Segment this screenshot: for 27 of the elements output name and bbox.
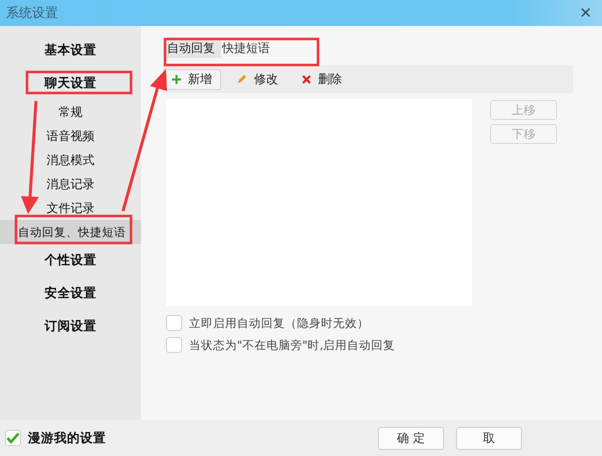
sidebar-item[interactable]: 常规	[0, 100, 141, 124]
option-label: 立即启用自动回复（隐身时无效）	[189, 316, 369, 330]
close-button[interactable]: ✕	[579, 4, 592, 22]
sidebar-item[interactable]: 文件记录	[0, 196, 141, 220]
option-label: 漫游我的设置	[28, 430, 106, 446]
option-label: 当状态为"不在电脑旁"时,启用自动回复	[189, 338, 396, 352]
tab[interactable]: 快捷短语	[221, 38, 276, 58]
pencil-icon	[236, 74, 247, 84]
dialog-button[interactable]: 确 定	[378, 426, 444, 450]
sidebar-item[interactable]: 安全设置	[0, 279, 141, 308]
sidebar-item[interactable]: 消息记录	[0, 172, 141, 196]
cross-icon	[302, 74, 311, 84]
sidebar-item[interactable]: 个性设置	[0, 246, 141, 275]
delete-button[interactable]: 删除	[293, 68, 351, 90]
sidebar-item[interactable]: 订阅设置	[0, 312, 141, 341]
dialog-button[interactable]: 取	[456, 426, 522, 450]
sidebar-item[interactable]: 聊天设置	[0, 69, 141, 98]
add-button[interactable]: 新增	[163, 68, 221, 90]
window-title: 系统设置	[6, 5, 58, 22]
sidebar-item[interactable]: 消息模式	[0, 148, 141, 172]
edit-button[interactable]: 修改	[227, 68, 287, 90]
sidebar-item[interactable]: 语音视频	[0, 124, 141, 148]
checkbox[interactable]	[166, 337, 182, 353]
plus-icon	[172, 74, 181, 84]
sidebar-item[interactable]: 基本设置	[0, 36, 141, 65]
checkbox[interactable]	[166, 315, 182, 331]
checkbox[interactable]	[5, 430, 21, 446]
